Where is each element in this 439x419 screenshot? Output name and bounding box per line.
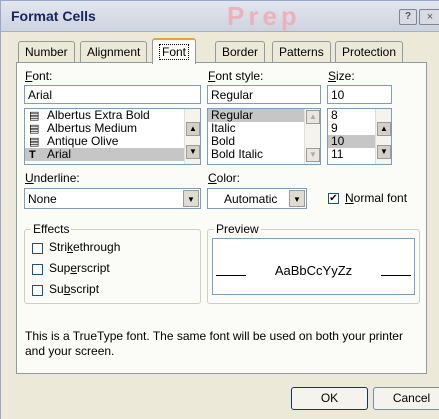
normal-font-label[interactable]: Normal font xyxy=(345,191,407,205)
preview-title: Preview xyxy=(214,222,261,236)
preview-box: AaBbCcYyZz xyxy=(212,238,415,295)
list-item-selected[interactable]: T Arial xyxy=(25,148,200,161)
dialog-title: Format Cells xyxy=(11,8,96,24)
close-button[interactable]: × xyxy=(419,9,439,25)
format-cells-dialog: Format Cells Prep ? × Number Alignment F… xyxy=(0,0,439,419)
color-dropdown[interactable]: Automatic ▼ xyxy=(207,188,307,209)
font-tab-panel: Font: Arial ▤ Albertus Extra Bold ▤ Albert… xyxy=(16,62,427,374)
color-label: Color: xyxy=(208,171,241,185)
strikethrough-checkbox[interactable] xyxy=(32,243,43,254)
tab-alignment[interactable]: Alignment xyxy=(80,41,148,62)
font-style-label: Font style: xyxy=(208,69,264,83)
font-style-input[interactable]: Regular xyxy=(207,85,321,104)
subscript-checkbox[interactable] xyxy=(32,285,43,296)
color-value: Automatic xyxy=(224,192,278,206)
scroll-up-icon[interactable]: ▲ xyxy=(186,122,200,136)
size-list-scrollbar[interactable]: ▲ ▼ xyxy=(375,109,391,164)
font-info-text: This is a TrueType font. The same font w… xyxy=(25,329,403,358)
ok-button[interactable]: OK xyxy=(291,387,368,410)
tab-protection[interactable]: Protection xyxy=(335,41,404,62)
effects-title: Effects xyxy=(31,222,72,236)
cancel-button[interactable]: Cancel xyxy=(373,387,439,410)
chevron-down-icon[interactable]: ▼ xyxy=(289,190,305,207)
strikethrough-label[interactable]: Strikethrough xyxy=(49,240,120,254)
superscript-checkbox[interactable] xyxy=(32,264,43,275)
truetype-icon: T xyxy=(29,149,36,161)
tab-number[interactable]: Number xyxy=(18,41,75,62)
tab-font[interactable]: Font xyxy=(152,38,197,64)
tab-font-label: Font xyxy=(159,44,190,60)
font-list-scrollbar[interactable]: ▲ ▼ xyxy=(184,109,200,164)
scroll-down-icon[interactable]: ▼ xyxy=(306,148,320,162)
title-bar: Format Cells Prep ? × xyxy=(1,1,439,32)
underline-label: Underline: xyxy=(25,171,80,185)
tab-patterns[interactable]: Patterns xyxy=(272,41,331,62)
scroll-down-icon[interactable]: ▼ xyxy=(377,145,391,159)
size-list[interactable]: 8 9 10 11 ▲ ▼ xyxy=(327,108,392,165)
font-name-input[interactable]: Arial xyxy=(24,85,201,104)
underline-dropdown[interactable]: None ▼ xyxy=(24,188,201,209)
chevron-down-icon[interactable]: ▼ xyxy=(183,190,199,207)
font-label: Font: xyxy=(25,69,53,83)
tab-border[interactable]: Border xyxy=(215,41,266,62)
font-list[interactable]: ▤ Albertus Extra Bold ▤ Albertus Medium ▤ A… xyxy=(24,108,201,165)
preview-baseline-right xyxy=(381,275,411,276)
scroll-down-icon[interactable]: ▼ xyxy=(186,145,200,159)
size-label: Size: xyxy=(328,69,355,83)
watermark: Prep xyxy=(227,1,301,31)
superscript-label[interactable]: Superscript xyxy=(49,261,110,275)
size-input[interactable]: 10 xyxy=(327,85,392,104)
scroll-up-icon[interactable]: ▲ xyxy=(306,110,320,124)
underline-value: None xyxy=(28,192,57,206)
normal-font-checkbox[interactable]: ✔ xyxy=(328,193,339,204)
effects-group: Effects Strikethrough Superscript Subscr… xyxy=(24,222,201,304)
font-style-list[interactable]: Regular Italic Bold Bold Italic ▲ ▼ xyxy=(207,108,321,165)
scroll-up-icon[interactable]: ▲ xyxy=(377,122,391,136)
font-style-scrollbar[interactable]: ▲ ▼ xyxy=(304,109,320,164)
subscript-label[interactable]: Subscript xyxy=(49,282,99,296)
preview-group: Preview AaBbCcYyZz xyxy=(207,222,420,304)
help-button[interactable]: ? xyxy=(399,9,417,25)
